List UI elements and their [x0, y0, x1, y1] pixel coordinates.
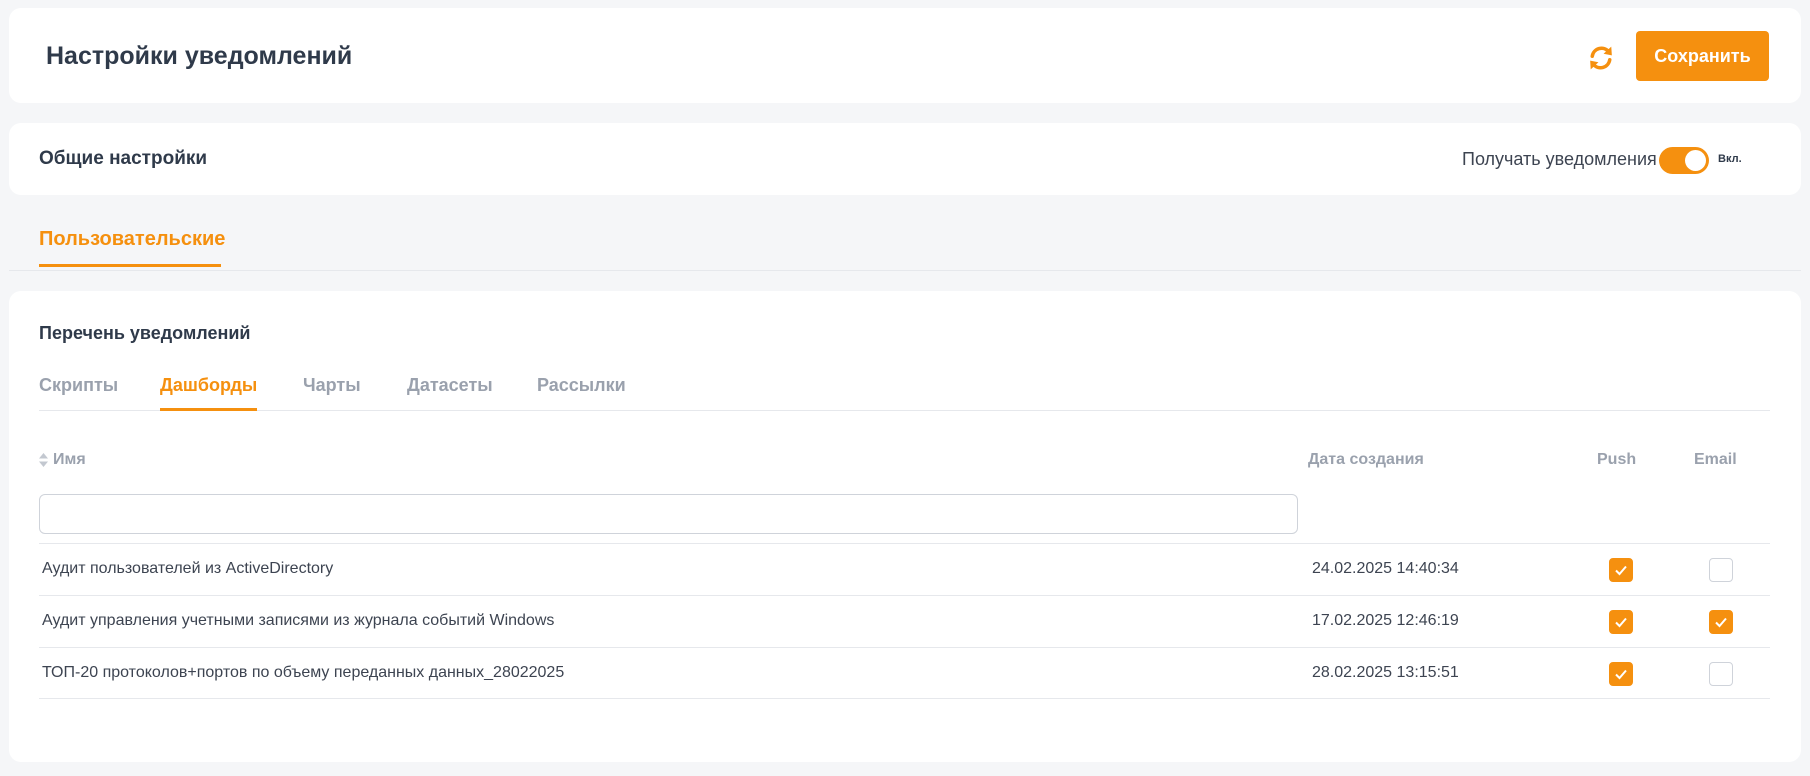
tab-mailings[interactable]: Рассылки: [537, 375, 626, 408]
table-row: Аудит управления учетными записями из жу…: [39, 595, 1770, 647]
column-header-email: Email: [1694, 451, 1737, 468]
table-row: Аудит пользователей из ActiveDirectory 2…: [39, 543, 1770, 595]
toggle-knob: [1685, 150, 1706, 171]
row-name: Аудит управления учетными записями из жу…: [42, 612, 555, 629]
refresh-button[interactable]: [1581, 38, 1621, 78]
push-checkbox[interactable]: [1609, 558, 1633, 582]
notification-list-title: Перечень уведомлений: [39, 323, 251, 343]
tab-scripts[interactable]: Скрипты: [39, 375, 118, 408]
header-card: Настройки уведомлений Сохранить: [9, 8, 1801, 103]
receive-notifications-toggle[interactable]: [1659, 147, 1709, 174]
save-button[interactable]: Сохранить: [1636, 31, 1769, 81]
tab-dashboards[interactable]: Дашборды: [160, 375, 258, 411]
row-date: 17.02.2025 12:46:19: [1312, 612, 1459, 629]
name-filter-input[interactable]: [39, 494, 1298, 534]
general-settings-card: Общие настройки Получать уведомления Вкл…: [9, 123, 1801, 195]
receive-notifications-label: Получать уведомления: [1462, 149, 1657, 169]
row-date: 28.02.2025 13:15:51: [1312, 664, 1459, 681]
column-header-name[interactable]: Имя: [53, 451, 86, 469]
push-checkbox[interactable]: [1609, 610, 1633, 634]
column-header-date: Дата создания: [1308, 451, 1424, 468]
check-icon: [1615, 565, 1627, 576]
email-checkbox[interactable]: [1709, 662, 1733, 686]
check-icon: [1615, 617, 1627, 628]
tab-charts[interactable]: Чарты: [303, 375, 361, 408]
tab-custom[interactable]: Пользовательские: [39, 228, 225, 267]
tab-datasets[interactable]: Датасеты: [407, 375, 493, 408]
toggle-state-label: Вкл.: [1718, 153, 1742, 165]
general-settings-title: Общие настройки: [39, 148, 208, 169]
check-icon: [1615, 669, 1627, 680]
table-row: ТОП-20 протоколов+портов по объему перед…: [39, 647, 1770, 699]
tab-divider: [9, 270, 1801, 271]
email-checkbox[interactable]: [1709, 558, 1733, 582]
email-checkbox[interactable]: [1709, 610, 1733, 634]
column-header-push: Push: [1597, 451, 1637, 468]
refresh-icon: [1590, 46, 1612, 70]
push-checkbox[interactable]: [1609, 662, 1633, 686]
row-date: 24.02.2025 14:40:34: [1312, 560, 1459, 577]
row-name: ТОП-20 протоколов+портов по объему перед…: [42, 664, 565, 681]
notification-list-card: Перечень уведомлений Скрипты Дашборды Ча…: [9, 291, 1801, 762]
page-title: Настройки уведомлений: [46, 42, 353, 70]
notification-type-tabs: Скрипты Дашборды Чарты Датасеты Рассылки: [39, 375, 1770, 411]
row-name: Аудит пользователей из ActiveDirectory: [42, 560, 334, 577]
sort-icon[interactable]: [39, 453, 48, 467]
check-icon: [1715, 617, 1727, 628]
